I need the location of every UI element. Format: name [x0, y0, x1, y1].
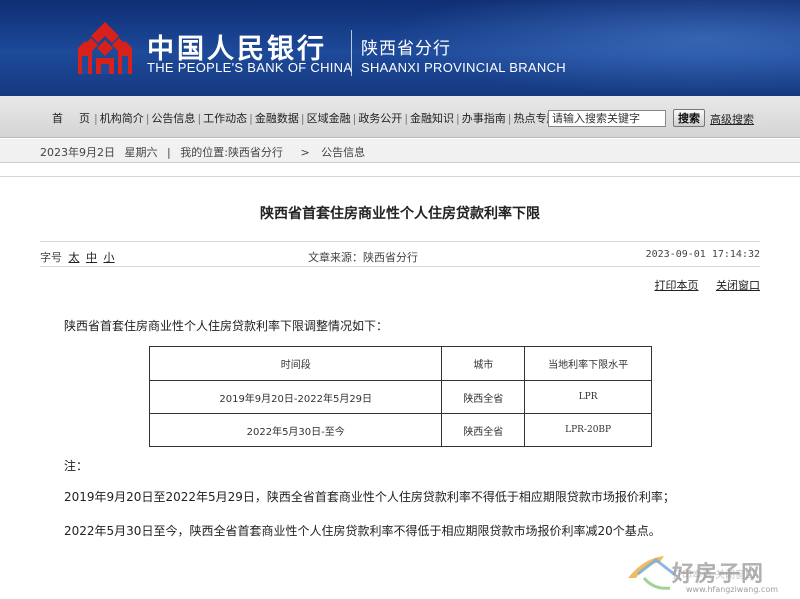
table-header-period: 时间段: [148, 346, 443, 381]
nav-separator: |: [507, 111, 512, 125]
note-paragraph-1: 2019年9月20日至2022年5月29日，陕西全省首套商业性个人住房贷款利率不…: [64, 490, 675, 504]
table-cell-city: 陕西全省: [441, 380, 526, 414]
watermark-text: 好房子网: [672, 561, 765, 587]
chevron-right-icon: >: [300, 146, 310, 159]
watermark-url: www.hfangziwang.com: [686, 585, 779, 594]
breadcrumb-divider: |: [167, 146, 171, 159]
search-input[interactable]: [548, 110, 666, 127]
nav-separator: |: [94, 111, 98, 125]
print-page-link[interactable]: 打印本页: [655, 279, 699, 292]
table-cell-period: 2019年9月20日-2022年5月29日: [148, 380, 443, 414]
nav-item-government-affairs[interactable]: 政务公开: [358, 110, 402, 126]
nav-separator: |: [249, 111, 253, 125]
header-divider: [351, 30, 352, 76]
nav-separator: |: [197, 111, 202, 125]
nav-item-announcements[interactable]: 公告信息: [151, 110, 195, 126]
note-label: 注：: [64, 459, 89, 473]
font-size-medium[interactable]: 中: [86, 251, 97, 264]
nav-item-financial-data[interactable]: 金融数据: [255, 110, 299, 126]
font-size-large[interactable]: 太: [69, 251, 80, 264]
current-date: 2023年9月2日: [40, 146, 115, 159]
nav-item-regional-finance[interactable]: 区域金融: [307, 110, 351, 126]
table-cell-rate: LPR-20BP: [524, 413, 652, 447]
table-row: 2022年5月30日-至今 陕西全省 LPR-20BP: [148, 413, 652, 447]
breadcrumb-bar: 2023年9月2日 星期六 | 我的位置:陕西省分行 > 公告信息: [0, 139, 800, 163]
table-header-city: 城市: [441, 346, 526, 381]
article-source: 文章来源：陕西省分行: [308, 249, 418, 265]
publish-time: 2023-09-01 17:14:32: [645, 249, 760, 260]
branch-name-cn: 陕西省分行: [361, 39, 451, 59]
nav-separator: |: [456, 111, 460, 125]
rate-table: 时间段 城市 当地利率下限水平 2019年9月20日-2022年5月29日 陕西…: [148, 346, 652, 447]
meta-divider-bottom: [40, 266, 760, 267]
note-paragraph-2: 2022年5月30日至今，陕西全省首套商业性个人住房贷款利率不得低于相应期限贷款…: [64, 524, 661, 538]
advanced-search-link[interactable]: 高级搜索: [710, 111, 754, 127]
meta-divider-top: [40, 241, 760, 242]
article-actions: 打印本页 关闭窗口: [641, 277, 761, 293]
nav-item-work-news[interactable]: 工作动态: [203, 110, 247, 126]
nav-item-service-guide[interactable]: 办事指南: [462, 110, 506, 126]
nav-item-home[interactable]: 首页: [52, 110, 106, 126]
breadcrumb: 2023年9月2日 星期六 | 我的位置:陕西省分行 > 公告信息: [40, 144, 371, 160]
article-title: 陕西省首套住房商业性个人住房贷款利率下限: [260, 206, 540, 222]
font-size-label: 字号: [40, 251, 62, 264]
branch-name-en: SHAANXI PROVINCIAL BRANCH: [361, 60, 566, 75]
breadcrumb-current[interactable]: 公告信息: [321, 146, 365, 159]
pboc-logo-icon[interactable]: [74, 18, 136, 80]
nav-separator: |: [404, 111, 409, 125]
source-value: 陕西省分行: [363, 251, 418, 264]
nav-list: 首页 | 机构简介 | 公告信息 | 工作动态 | 金融数据 | 区域金融 | …: [52, 110, 557, 126]
nav-item-about[interactable]: 机构简介: [100, 110, 144, 126]
nav-separator: |: [145, 111, 150, 125]
article-intro: 陕西省首套住房商业性个人住房贷款利率下限调整情况如下：: [64, 319, 389, 333]
nav-item-financial-knowledge[interactable]: 金融知识: [410, 110, 454, 126]
source-label: 文章来源：: [308, 251, 363, 264]
bank-name-en: THE PEOPLE'S BANK OF CHINA: [147, 60, 353, 75]
font-size-switcher: 字号 太 中 小: [40, 249, 115, 265]
current-weekday: 星期六: [124, 146, 158, 159]
table-cell-period: 2022年5月30日-至今: [148, 413, 443, 447]
table-cell-rate: LPR: [524, 380, 652, 414]
table-header-rate-floor: 当地利率下限水平: [524, 346, 652, 381]
nav-separator: |: [300, 111, 305, 125]
nav-separator: |: [352, 111, 357, 125]
site-header: 中国人民银行 THE PEOPLE'S BANK OF CHINA 陕西省分行 …: [0, 0, 800, 96]
table-cell-city: 陕西全省: [441, 413, 526, 447]
font-size-small[interactable]: 小: [104, 251, 115, 264]
location-label: 我的位置:: [180, 146, 228, 159]
search-button[interactable]: 搜索: [673, 109, 705, 127]
close-window-link[interactable]: 关闭窗口: [716, 279, 760, 292]
table-row: 2019年9月20日-2022年5月29日 陕西全省 LPR: [148, 380, 652, 414]
table-header-row: 时间段 城市 当地利率下限水平: [148, 346, 652, 381]
breadcrumb-branch-link[interactable]: 陕西省分行: [228, 146, 283, 159]
